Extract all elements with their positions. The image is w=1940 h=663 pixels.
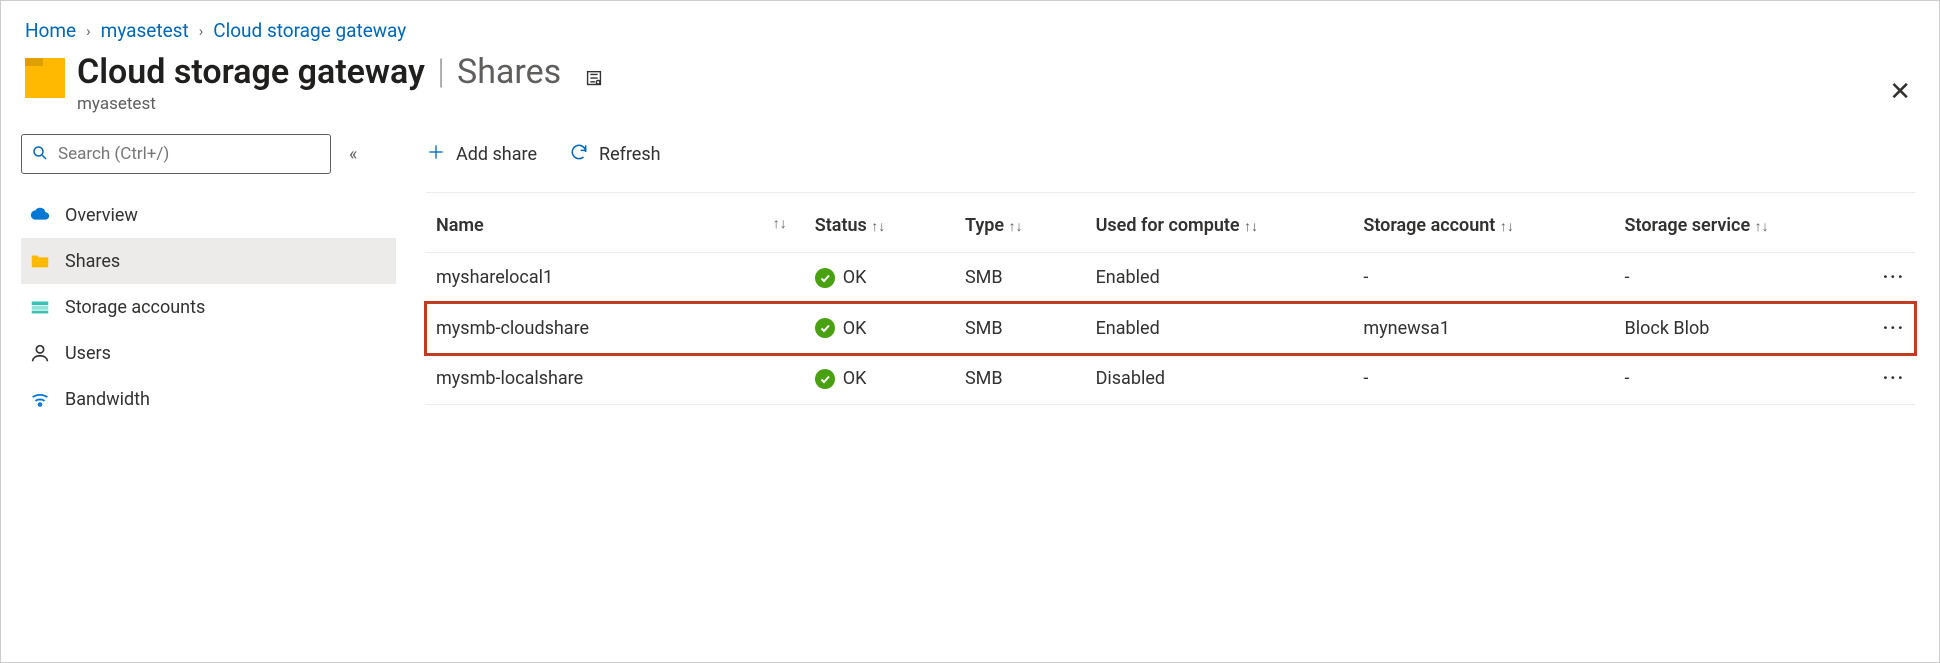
sidebar-item-users[interactable]: Users — [21, 330, 396, 376]
search-field[interactable] — [21, 134, 331, 174]
sidebar-item-shares[interactable]: Shares — [21, 238, 396, 284]
sidebar-item-bandwidth[interactable]: Bandwidth — [21, 376, 396, 422]
sort-icon: ↑↓ — [1755, 218, 1769, 235]
cell-type: SMB — [955, 354, 1086, 405]
row-actions-button[interactable]: ··· — [1843, 253, 1915, 304]
refresh-icon — [569, 142, 589, 167]
breadcrumb-current[interactable]: Cloud storage gateway — [213, 19, 406, 42]
row-actions-button[interactable]: ··· — [1843, 354, 1915, 405]
chevron-right-icon: › — [199, 22, 204, 40]
th-label: Type — [965, 215, 1004, 236]
column-header-name[interactable]: Name ↑↓ — [426, 195, 805, 253]
breadcrumb: Home › myasetest › Cloud storage gateway — [1, 1, 1939, 52]
cell-storage-account: - — [1353, 354, 1614, 405]
sort-icon: ↑↓ — [1244, 218, 1258, 235]
table-row[interactable]: mysmb-cloudshare OK SMB Enabled mynewsa1… — [426, 303, 1915, 354]
folder-icon — [25, 58, 65, 98]
chevron-right-icon: › — [86, 22, 91, 40]
refresh-button[interactable]: Refresh — [569, 142, 661, 167]
sidebar-item-overview[interactable]: Overview — [21, 192, 396, 238]
column-header-storage-service[interactable]: Storage service ↑↓ — [1615, 195, 1844, 253]
column-header-compute[interactable]: Used for compute ↑↓ — [1086, 195, 1354, 253]
cloud-icon — [29, 204, 51, 226]
cell-storage-service: Block Blob — [1615, 303, 1844, 354]
cell-status: OK — [805, 303, 955, 354]
button-label: Refresh — [599, 144, 661, 165]
th-label: Name — [436, 215, 484, 236]
sort-icon: ↑↓ — [773, 215, 787, 232]
cell-storage-account: mynewsa1 — [1353, 303, 1614, 354]
page-section: Shares — [457, 52, 561, 92]
sort-icon: ↑↓ — [871, 218, 885, 235]
page-subtitle: myasetest — [77, 94, 561, 114]
row-actions-button[interactable]: ··· — [1843, 303, 1915, 354]
table-row[interactable]: mysharelocal1 OK SMB Enabled - - ··· — [426, 253, 1915, 304]
cell-compute: Enabled — [1086, 253, 1354, 304]
status-ok-icon — [815, 318, 835, 338]
sidebar-item-storage-accounts[interactable]: Storage accounts — [21, 284, 396, 330]
status-ok-icon — [815, 369, 835, 389]
sidebar-item-label: Storage accounts — [65, 297, 205, 318]
cell-storage-service: - — [1615, 253, 1844, 304]
pin-icon[interactable] — [583, 68, 605, 94]
search-input[interactable] — [21, 134, 331, 174]
status-ok-icon — [815, 268, 835, 288]
cell-status: OK — [805, 354, 955, 405]
close-icon[interactable]: ✕ — [1889, 77, 1911, 107]
column-header-storage-account[interactable]: Storage account ↑↓ — [1353, 195, 1614, 253]
cell-name: mysmb-cloudshare — [426, 303, 805, 354]
sort-icon: ↑↓ — [1009, 218, 1023, 235]
th-label: Storage account — [1363, 215, 1495, 236]
cell-status: OK — [805, 253, 955, 304]
cell-storage-service: - — [1615, 354, 1844, 405]
breadcrumb-home[interactable]: Home — [25, 19, 76, 42]
storage-icon — [29, 296, 51, 318]
table-row[interactable]: mysmb-localshare OK SMB Disabled - - ··· — [426, 354, 1915, 405]
wifi-icon — [29, 388, 51, 410]
sidebar-item-label: Shares — [65, 251, 120, 272]
button-label: Add share — [456, 144, 537, 165]
th-label: Storage service — [1625, 215, 1751, 236]
th-label: Used for compute — [1096, 215, 1240, 236]
column-header-status[interactable]: Status ↑↓ — [805, 195, 955, 253]
folder-icon — [29, 250, 51, 272]
breadcrumb-resource[interactable]: myasetest — [101, 19, 189, 42]
cell-name: mysharelocal1 — [426, 253, 805, 304]
collapse-icon[interactable]: « — [349, 144, 357, 165]
sidebar-item-label: Users — [65, 343, 111, 364]
divider — [426, 192, 1915, 193]
sidebar-item-label: Bandwidth — [65, 389, 150, 410]
add-share-button[interactable]: Add share — [426, 142, 537, 167]
cell-compute: Disabled — [1086, 354, 1354, 405]
user-icon — [29, 342, 51, 364]
search-icon — [31, 144, 49, 166]
plus-icon — [426, 142, 446, 167]
page-title: Cloud storage gateway — [77, 52, 425, 92]
sidebar-item-label: Overview — [65, 205, 138, 226]
th-label: Status — [815, 215, 867, 236]
cell-compute: Enabled — [1086, 303, 1354, 354]
column-header-type[interactable]: Type ↑↓ — [955, 195, 1086, 253]
cell-type: SMB — [955, 253, 1086, 304]
sort-icon: ↑↓ — [1500, 218, 1514, 235]
cell-type: SMB — [955, 303, 1086, 354]
cell-storage-account: - — [1353, 253, 1614, 304]
title-separator: | — [429, 52, 453, 92]
cell-name: mysmb-localshare — [426, 354, 805, 405]
